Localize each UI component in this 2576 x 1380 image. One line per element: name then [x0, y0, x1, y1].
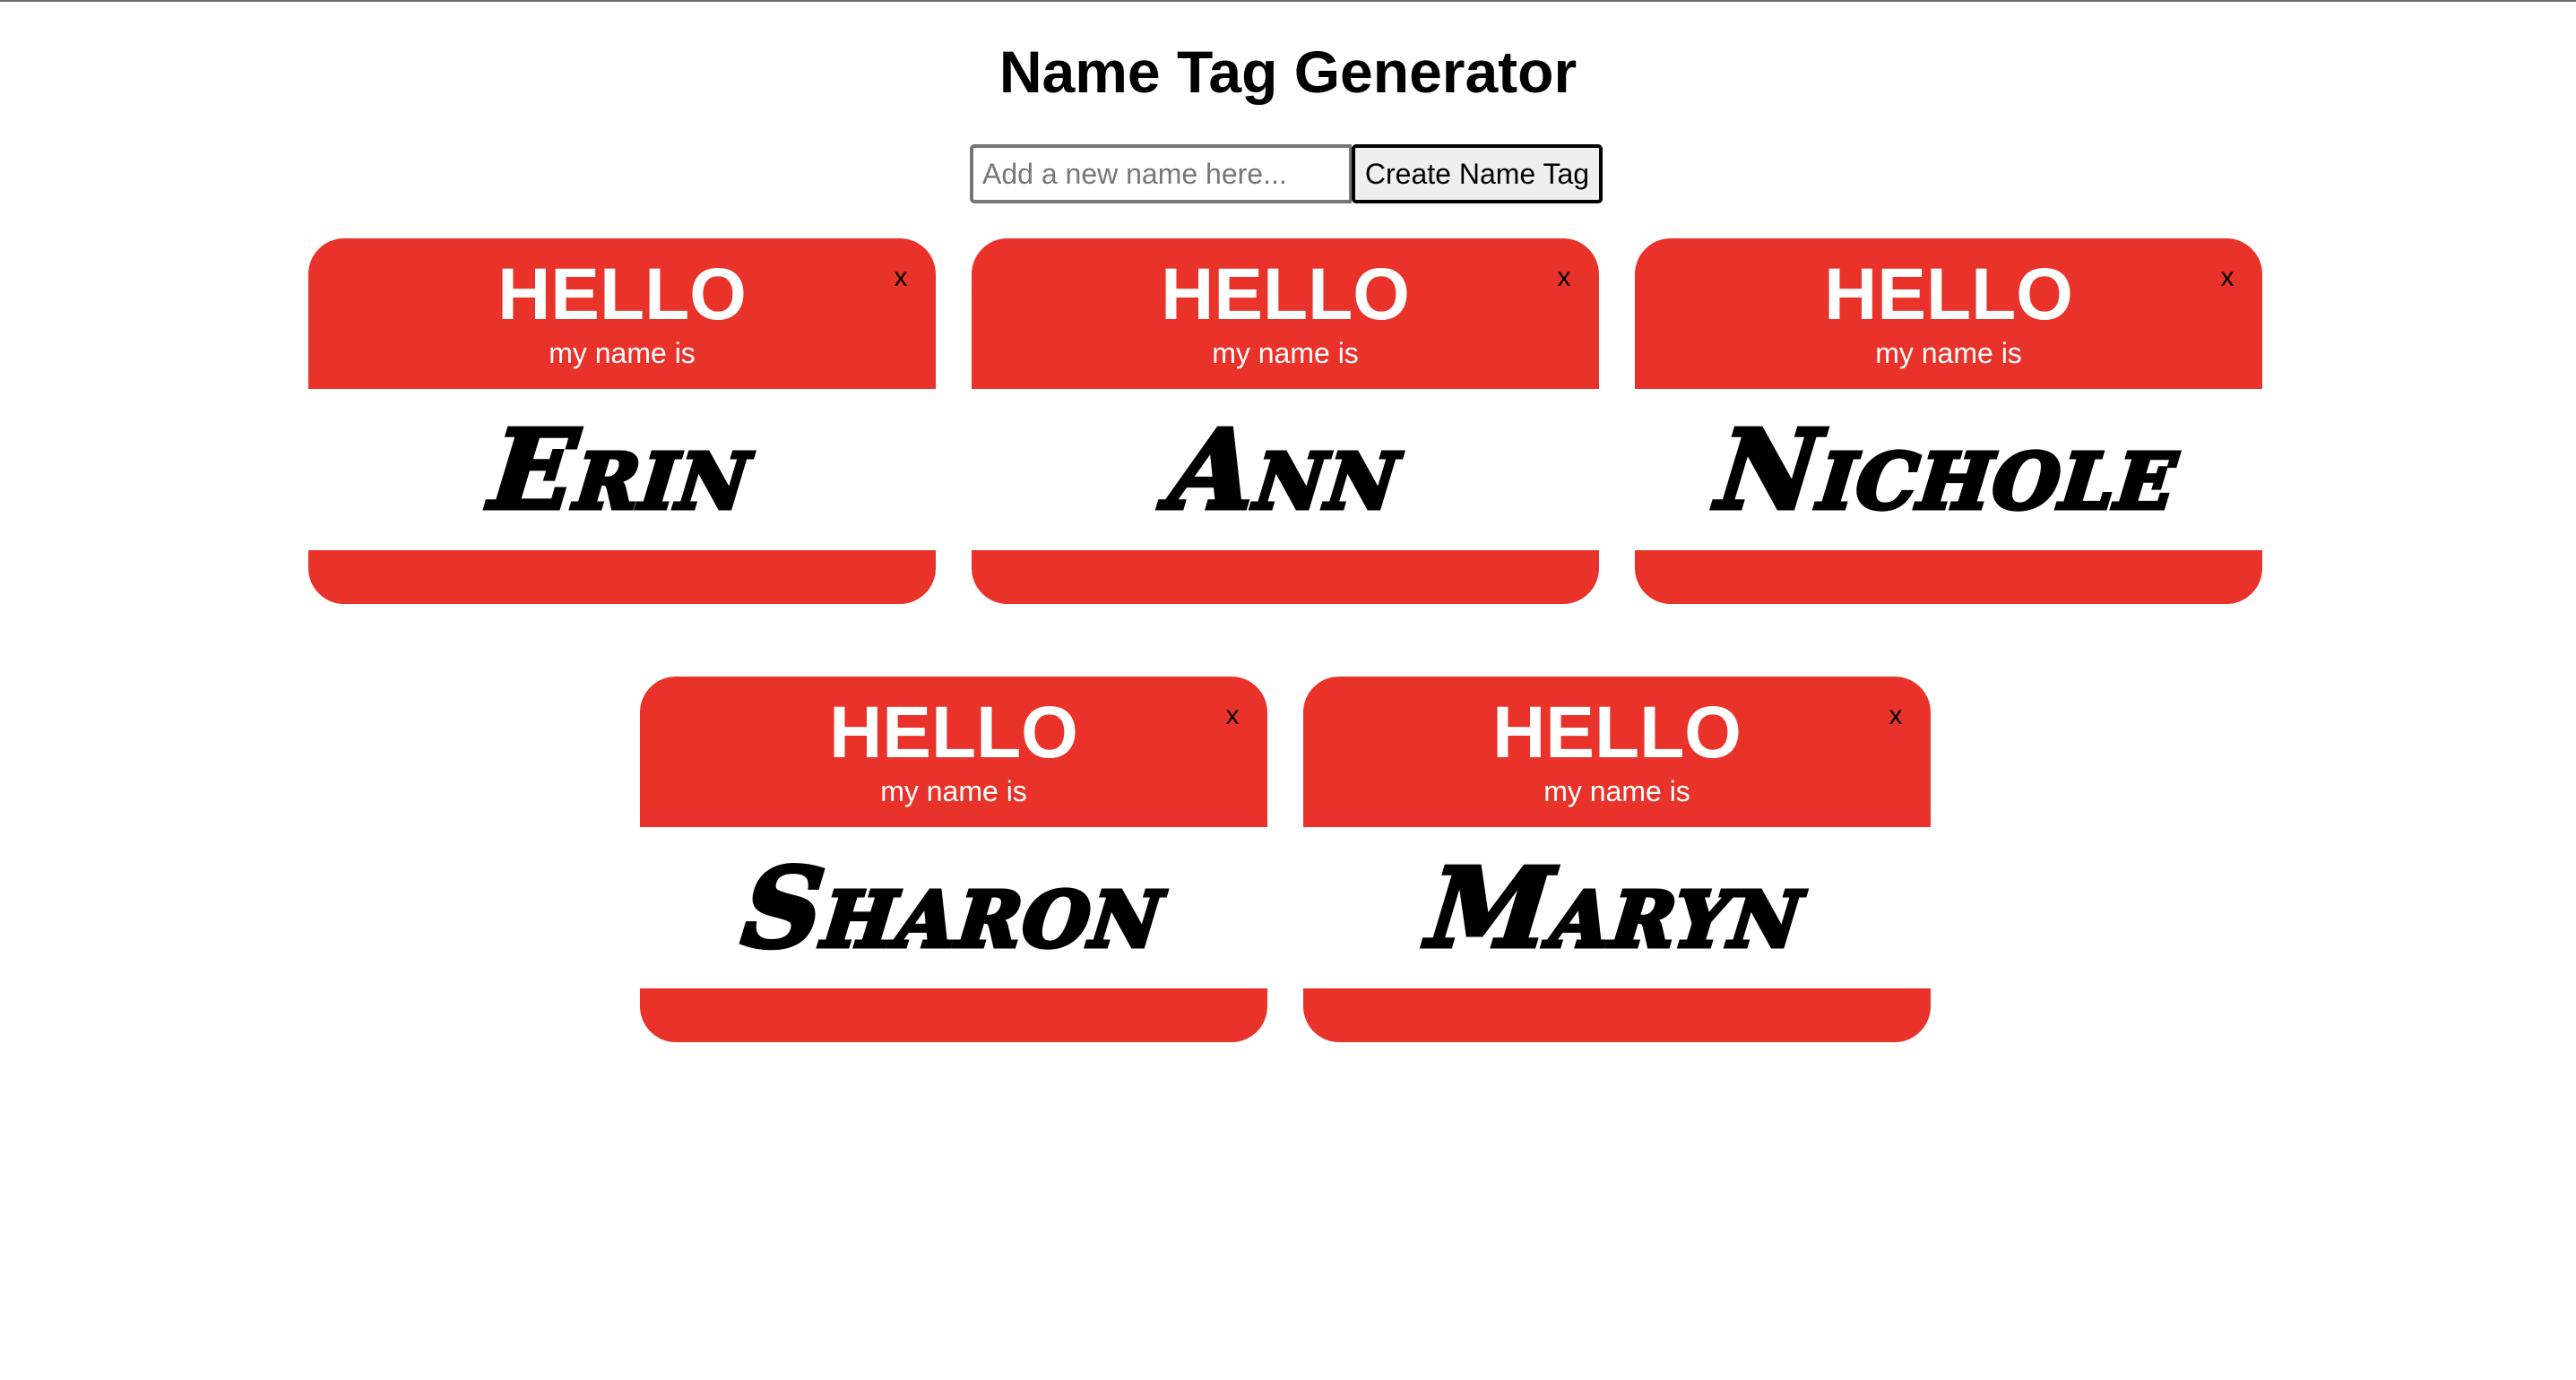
close-icon[interactable]: x	[1219, 700, 1246, 732]
name-form: Create Name Tag	[970, 144, 1603, 203]
tag-hello: HELLO	[1492, 692, 1742, 773]
name-input[interactable]	[970, 144, 1352, 203]
tag-name-area: Erin	[308, 389, 936, 550]
tag-subtitle: my name is	[1543, 775, 1690, 807]
name-tag: HELLO my name is x Maryn	[1303, 677, 1931, 1042]
name-tag: HELLO my name is x Nichole	[1635, 238, 2262, 604]
tag-name-area: Maryn	[1303, 827, 1931, 988]
tag-hello: HELLO	[497, 254, 747, 335]
tag-name: Nichole	[1710, 403, 2187, 537]
name-tag: HELLO my name is x Sharon	[640, 677, 1267, 1042]
tag-name: Maryn	[1421, 841, 1813, 975]
tag-name: Erin	[483, 403, 760, 537]
name-tag: HELLO my name is x Erin	[308, 238, 936, 604]
close-icon[interactable]: x	[1551, 262, 1578, 294]
tag-subtitle: my name is	[880, 775, 1027, 807]
tag-subtitle: my name is	[1212, 337, 1359, 369]
name-tag: HELLO my name is x Ann	[972, 238, 1599, 604]
create-name-tag-button[interactable]: Create Name Tag	[1352, 144, 1603, 203]
close-icon[interactable]: x	[2214, 262, 2241, 294]
close-icon[interactable]: x	[1882, 700, 1909, 732]
tag-name-area: Ann	[972, 389, 1599, 550]
tag-name: Ann	[1162, 403, 1409, 537]
tag-subtitle: my name is	[549, 337, 696, 369]
tag-name-area: Nichole	[1635, 389, 2262, 550]
close-icon[interactable]: x	[887, 262, 914, 294]
tag-name-area: Sharon	[640, 827, 1267, 988]
page-title: Name Tag Generator	[998, 39, 1578, 105]
tag-name: Sharon	[735, 841, 1173, 975]
tag-hello: HELLO	[1161, 254, 1410, 335]
tag-hello: HELLO	[1824, 254, 2073, 335]
tag-subtitle: my name is	[1875, 337, 2022, 369]
tag-hello: HELLO	[829, 692, 1078, 773]
